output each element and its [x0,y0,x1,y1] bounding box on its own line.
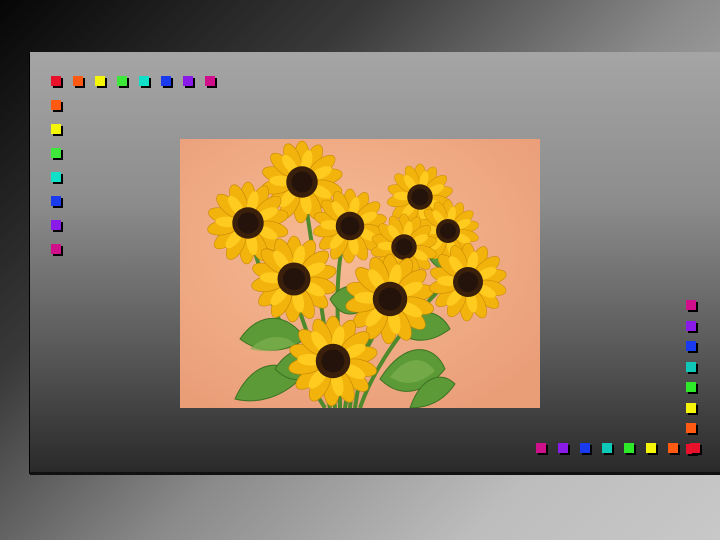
left-column-square [51,244,61,254]
top-row-square [117,76,127,86]
top-row-square [161,76,171,86]
top-row-square [139,76,149,86]
top-row-square [183,76,193,86]
top-row-square [205,76,215,86]
bottom-row-square [558,443,568,453]
bottom-row-square [624,443,634,453]
right-column-square [686,402,696,413]
bottom-row-square [602,443,612,453]
sunflower-illustration [180,139,540,408]
right-column-square [686,382,696,392]
right-column-square [686,361,696,372]
right-column-square [686,423,696,433]
right-column-square [686,320,696,331]
left-column-square [51,172,61,182]
bottom-row-square [668,443,678,453]
right-column-square [686,341,696,351]
slide [0,0,720,540]
top-row-square [73,76,83,86]
left-column-square [51,220,61,230]
panel-shadow-edge [30,472,720,475]
top-row-square [95,76,105,86]
left-column-square [51,148,61,158]
sunflower-photo [180,139,540,408]
bottom-row-square [646,443,656,453]
bottom-row-square [580,443,590,453]
bottom-row-square [536,443,546,453]
left-column-square [51,100,61,110]
left-column-square [51,196,61,206]
right-column-square [686,300,696,310]
top-row-square [51,76,61,86]
left-column-square [51,124,61,134]
bottom-row-square [690,443,700,453]
